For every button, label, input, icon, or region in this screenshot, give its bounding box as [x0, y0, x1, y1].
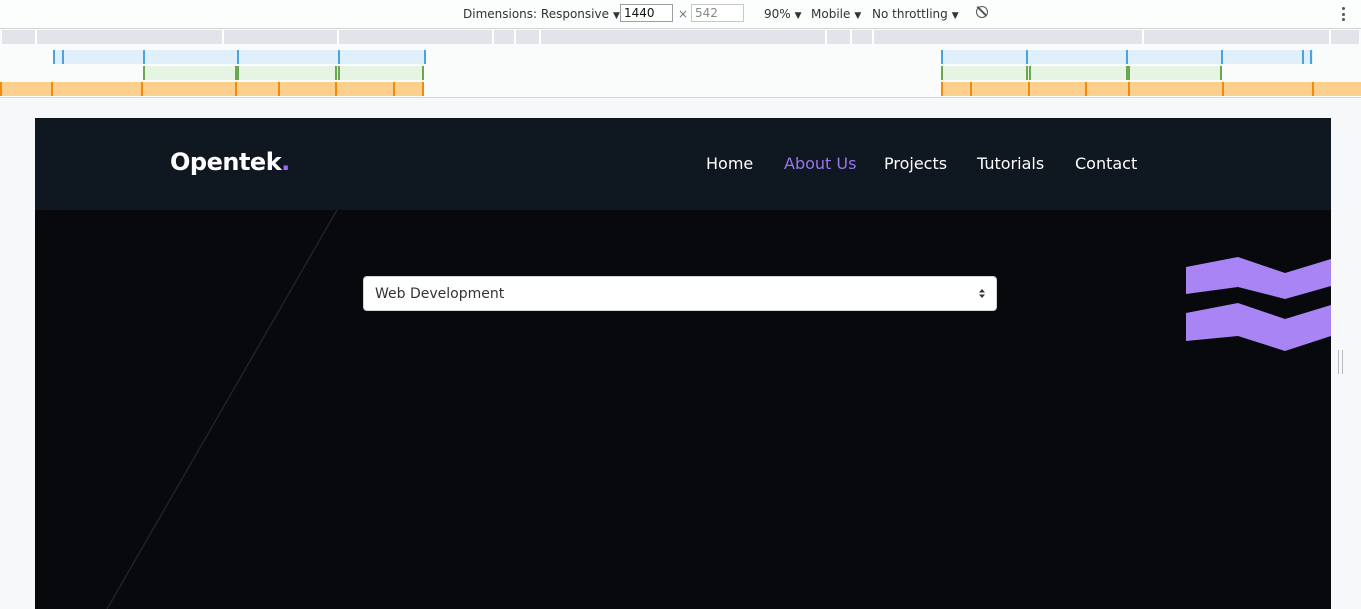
caret-down-icon: ▼: [854, 11, 862, 21]
mq-tick: [335, 82, 337, 96]
dimensions-label: Dimensions: Responsive: [463, 7, 609, 21]
mq-tick: [335, 66, 337, 80]
mq-separator: [492, 30, 494, 44]
height-input[interactable]: 542: [691, 4, 744, 22]
site-navbar: Opentek. Home About Us Projects Tutorial…: [35, 118, 1331, 210]
caret-down-icon: ▼: [794, 11, 802, 21]
logo-dot: .: [281, 148, 290, 176]
mq-tick: [422, 82, 424, 96]
mq-separator: [222, 30, 224, 44]
nav-link-about-us[interactable]: About Us: [784, 154, 856, 173]
mq-tick: [1026, 66, 1028, 80]
mq-tick: [1028, 82, 1030, 96]
mq-separator: [514, 30, 516, 44]
mq-tick: [338, 50, 340, 64]
mq-separator: [539, 30, 541, 44]
select-arrows-icon: [979, 289, 985, 298]
media-query-bars: [0, 29, 1361, 98]
mq-tick: [941, 66, 943, 80]
nav-link-tutorials[interactable]: Tutorials: [977, 154, 1044, 173]
site-logo[interactable]: Opentek.: [170, 148, 290, 176]
mq-tick: [941, 82, 943, 96]
device-type-label: Mobile: [811, 7, 851, 21]
mq-tick: [1026, 50, 1028, 64]
throttling-dropdown[interactable]: No throttling ▼: [872, 7, 959, 21]
diagonal-decor-line: [106, 210, 338, 609]
mq-tick: [1221, 50, 1223, 64]
mq-bar[interactable]: [941, 82, 1361, 96]
mq-separator: [337, 30, 339, 44]
mq-tick: [1220, 66, 1222, 80]
devtools-device-toolbar: Dimensions: Responsive ▼ 1440 × 542 90% ▼ …: [0, 0, 1361, 29]
zoom-dropdown[interactable]: 90% ▼: [764, 7, 802, 21]
times-sign: ×: [678, 7, 689, 21]
mq-row-min-width: [0, 82, 1361, 96]
mq-tick: [1128, 82, 1130, 96]
mq-tick: [143, 50, 145, 64]
mq-tick: [393, 82, 395, 96]
rotate-icon[interactable]: [976, 6, 988, 18]
mq-bar[interactable]: [143, 66, 424, 80]
mq-tick: [1126, 66, 1130, 80]
mq-row-max-width: [0, 50, 1361, 64]
mq-tick: [62, 50, 64, 64]
mq-tick: [51, 82, 53, 96]
mq-tick: [1126, 50, 1128, 64]
mq-tick: [422, 66, 424, 80]
emulated-viewport: Opentek. Home About Us Projects Tutorial…: [35, 118, 1331, 609]
mq-tick: [278, 82, 280, 96]
mq-tick: [237, 50, 239, 64]
caret-down-icon: ▼: [951, 11, 959, 21]
mq-tick: [235, 82, 237, 96]
viewport-resize-handle[interactable]: [1338, 350, 1343, 374]
mq-bar[interactable]: [941, 66, 1222, 80]
mq-separator: [35, 30, 37, 44]
mq-tick: [143, 66, 145, 80]
zoom-label: 90%: [764, 7, 791, 21]
mq-bar[interactable]: [2, 30, 1359, 44]
mq-tick: [941, 50, 943, 64]
mq-tick: [1222, 82, 1224, 96]
mq-tick: [1085, 82, 1087, 96]
caret-down-icon: ▼: [612, 11, 620, 21]
logo-text: Opentek: [170, 148, 282, 176]
mq-tick: [970, 82, 972, 96]
zigzag-shape-bottom: [1186, 303, 1331, 351]
throttling-label: No throttling: [872, 7, 948, 21]
mq-tick: [424, 50, 426, 64]
mq-tick: [338, 66, 340, 80]
mq-tick: [1310, 50, 1312, 64]
mq-bar[interactable]: [53, 50, 425, 64]
mq-separator: [825, 30, 827, 44]
mq-tick: [1029, 66, 1031, 80]
mq-bar[interactable]: [0, 82, 424, 96]
mq-tick: [1312, 82, 1314, 96]
mq-separator: [1329, 30, 1331, 44]
mq-row-min-max: [0, 66, 1361, 80]
category-select-value: Web Development: [375, 286, 505, 302]
mq-separator: [1142, 30, 1144, 44]
device-type-dropdown[interactable]: Mobile ▼: [811, 7, 861, 21]
more-options-icon[interactable]: [1342, 7, 1345, 21]
mq-separator: [872, 30, 874, 44]
mq-tick: [235, 66, 239, 80]
width-input[interactable]: 1440: [620, 4, 673, 22]
zigzag-shape-top: [1186, 257, 1331, 299]
category-select[interactable]: Web Development: [363, 276, 997, 311]
mq-separator: [850, 30, 852, 44]
mq-row-gray: [0, 30, 1361, 44]
hero-background: [106, 210, 1331, 609]
viewport-right-gutter: [1331, 118, 1361, 609]
nav-link-contact[interactable]: Contact: [1075, 154, 1137, 173]
nav-link-home[interactable]: Home: [706, 154, 753, 173]
mq-tick: [141, 82, 143, 96]
dimensions-dropdown[interactable]: Dimensions: Responsive ▼: [463, 7, 620, 21]
nav-link-projects[interactable]: Projects: [884, 154, 947, 173]
mq-tick: [0, 82, 2, 96]
mq-tick: [1302, 50, 1304, 64]
mq-tick: [53, 50, 55, 64]
